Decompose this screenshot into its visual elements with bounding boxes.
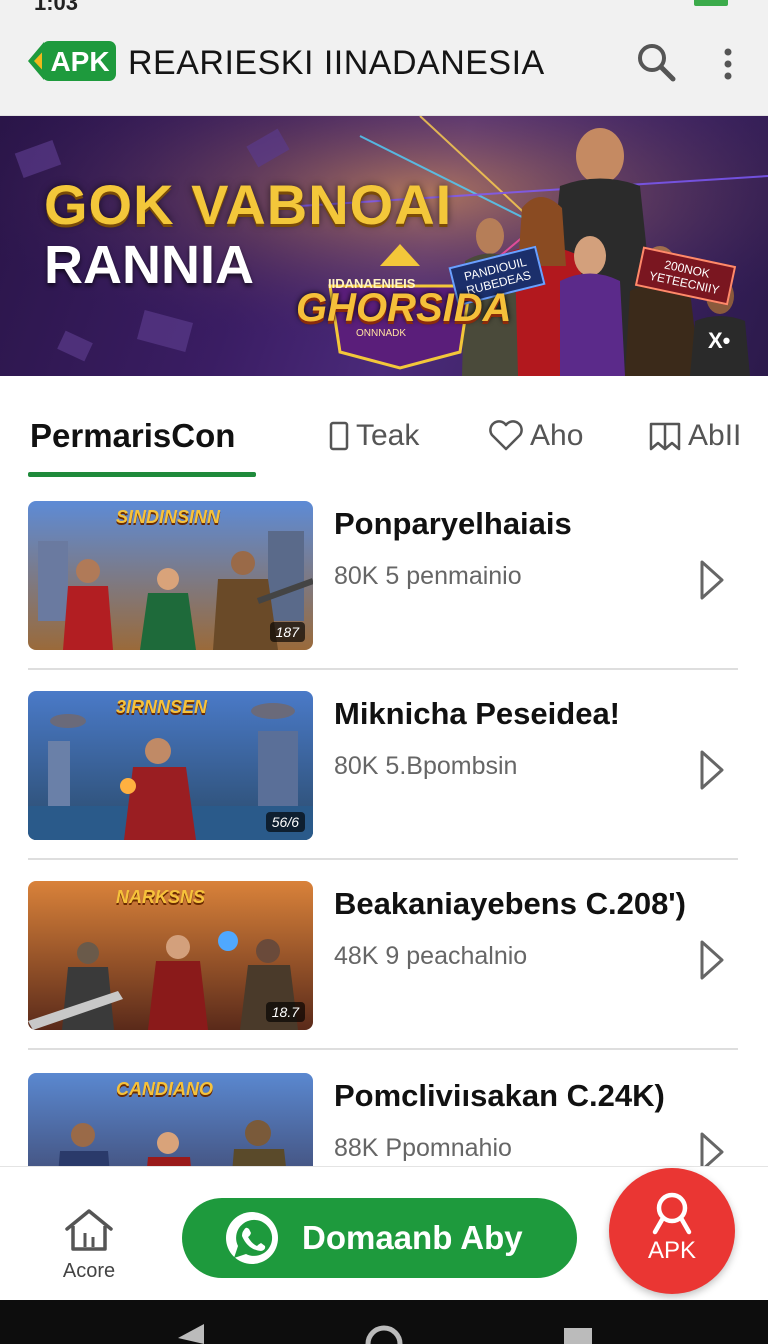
apk-logo-icon[interactable]: APK [28,40,116,82]
thumb-badge: 187 [269,622,305,642]
chevron-right-icon[interactable] [696,746,728,794]
nav-home[interactable]: Acore [54,1207,124,1282]
tab-label: Aho [530,419,584,452]
game-list: SINDINSINN 187 Ponparyelhaiais 80K 5 pen… [0,480,768,1166]
status-time: 1:03 [34,0,79,15]
promo-banner[interactable]: GOK VABNOAI RANNIA PANDIOUIL RUBEDEAS 20… [0,116,768,376]
game-title: Beakaniayebens C.208') [334,886,687,921]
game-thumbnail[interactable]: 3IRNNSEN 56/6 [28,691,313,840]
thumb-title: 3IRNNSEN [116,697,208,717]
battery-icon [694,0,728,6]
banner-logo-sub: ONNNADK [356,328,407,339]
game-title: Pomcliviısakan C.24K) [334,1078,665,1113]
tab-featured[interactable]: PermarisCon [30,416,235,456]
active-tab-indicator [28,472,256,477]
apk-logo-text: APK [50,46,109,77]
thumb-title: SINDINSINN [116,507,221,527]
status-bar: 1:03 [0,0,768,18]
game-thumbnail[interactable]: SINDINSINN 187 [28,501,313,650]
thumb-title: NARKSNS [116,887,206,907]
tab-label: Teak [356,419,420,452]
system-nav-bar [0,1300,768,1344]
game-thumbnail[interactable]: CANDIANO [28,1073,313,1166]
back-icon[interactable] [178,1324,204,1344]
list-item[interactable]: SINDINSINN 187 Ponparyelhaiais 80K 5 pen… [0,480,768,670]
bookmark-icon [649,422,681,451]
thumb-badge: 56/6 [265,812,305,832]
game-thumbnail[interactable]: NARKSNS 18.7 [28,881,313,1030]
thumb-badge: 18.7 [265,1002,305,1022]
home-icon [65,1209,113,1251]
list-item[interactable]: 3IRNNSEN 56/6 Miknicha Peseidea! 80K 5.B… [0,670,768,860]
list-item[interactable]: CANDIANO Pomcliviısakan C.24K) 88K Ppomn… [0,1052,768,1166]
thumb-title: CANDIANO [116,1079,213,1099]
search-icon[interactable] [634,40,678,84]
game-meta: 80K 5.Bpombsin [334,752,518,780]
whatsapp-icon [226,1212,278,1264]
chevron-right-icon[interactable] [696,936,728,984]
more-vert-icon[interactable] [712,42,744,86]
apk-search-fab[interactable]: APK [609,1168,735,1294]
banner-subheadline: RANNIA [44,235,254,295]
category-tabs: PermarisCon Teak Aho AbII [0,376,768,480]
nav-home-label: Acore [62,1260,116,1282]
app-title: REARIESKI IINADANESIA [128,44,545,82]
phone-icon [329,421,349,451]
list-divider [28,1048,738,1050]
banner-game-logo: GHORSIDA [296,286,512,330]
download-button-label: Domaanb Aby [302,1219,523,1256]
download-button[interactable]: Domaanb Aby [182,1198,577,1278]
list-item[interactable]: NARKSNS 18.7 Beakaniayebens C.208') 48K … [0,860,768,1050]
home-circle-icon[interactable] [365,1325,403,1344]
tab-aho[interactable]: Aho [488,416,583,456]
banner-headline: GOK VABNOAI [44,173,453,236]
game-meta: 80K 5 penmainio [334,562,522,590]
banner-corner-mark: X• [708,328,731,353]
tab-teak[interactable]: Teak [328,416,419,456]
game-title: Miknicha Peseidea! [334,696,621,731]
app-header: APK REARIESKI IINADANESIA [0,18,768,116]
recents-icon[interactable] [564,1328,592,1344]
apk-fab-label: APK [647,1237,697,1264]
tab-label: AbII [688,419,742,452]
heart-icon [489,420,523,451]
game-meta: 48K 9 peachalnio [334,942,528,970]
tab-abii[interactable]: AbII [648,416,741,456]
chevron-right-icon[interactable] [696,556,728,604]
game-title: Ponparyelhaiais [334,506,572,541]
game-meta: 88K Ppomnahio [334,1134,512,1162]
tab-label: PermarisCon [30,417,236,454]
chevron-right-icon[interactable] [696,1128,728,1166]
search-icon [652,1192,692,1235]
